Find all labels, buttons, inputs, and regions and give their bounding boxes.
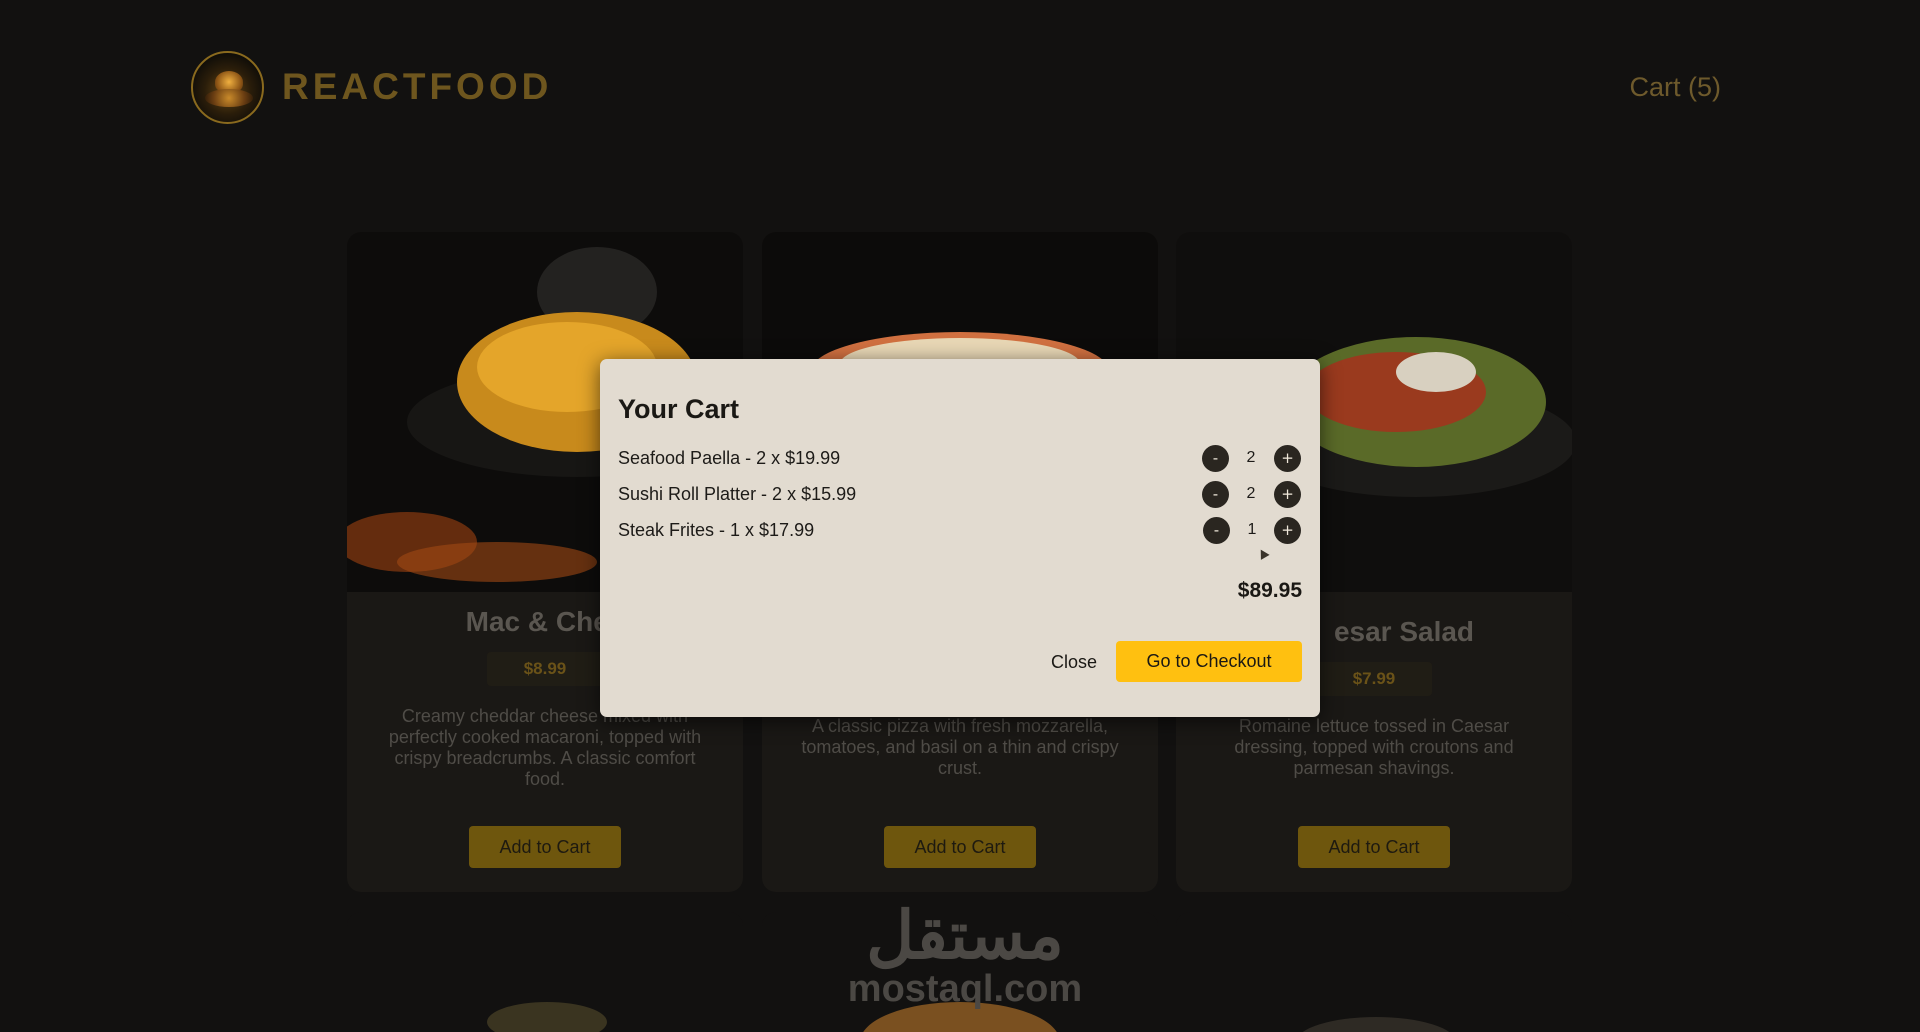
checkout-button[interactable]: Go to Checkout	[1116, 641, 1302, 682]
meal-description: Romaine lettuce tossed in Caesar dressin…	[1234, 716, 1514, 778]
modal-title: Your Cart	[618, 394, 740, 424]
decrease-button[interactable]: -	[1202, 481, 1229, 508]
meal-image	[1176, 912, 1572, 1032]
site-header: REACTFOOD Cart (5)	[0, 0, 1920, 180]
meal-price: $7.99	[1316, 662, 1432, 696]
item-quantity: 2	[1246, 449, 1256, 466]
decrease-button[interactable]: -	[1203, 517, 1230, 544]
watermark-arabic: مستقل	[866, 898, 1064, 972]
menu-card	[1176, 912, 1572, 1032]
increase-button[interactable]: +	[1274, 481, 1301, 508]
cart-item-label: Sushi Roll Platter - 2 x $15.99	[618, 484, 857, 504]
decrease-button[interactable]: -	[1202, 445, 1229, 472]
item-quantity: 1	[1247, 521, 1257, 538]
increase-button[interactable]: +	[1274, 445, 1301, 472]
meal-description: A classic pizza with fresh mozzarella, t…	[801, 716, 1119, 778]
cart-item-label: Seafood Paella - 2 x $19.99	[618, 448, 841, 468]
cart-modal: Your Cart Seafood Paella - 2 x $19.99 - …	[600, 359, 1320, 717]
close-button[interactable]: Close	[1020, 644, 1128, 680]
cart-item: Steak Frites - 1 x $17.99 - 1 +	[618, 515, 1302, 545]
add-to-cart-button[interactable]: Add to Cart	[884, 826, 1036, 868]
cart-item-label: Steak Frites - 1 x $17.99	[618, 520, 815, 540]
cart-item: Sushi Roll Platter - 2 x $15.99 - 2 +	[618, 479, 1302, 509]
add-to-cart-button[interactable]: Add to Cart	[469, 826, 621, 868]
meal-price: $8.99	[487, 652, 603, 686]
watermark: مستقل mostaql.com	[830, 900, 1100, 1008]
add-to-cart-button[interactable]: Add to Cart	[1298, 826, 1450, 868]
cart-button[interactable]: Cart (5)	[1629, 72, 1721, 103]
watermark-latin: mostaql.com	[847, 968, 1083, 1010]
item-quantity: 2	[1246, 485, 1256, 502]
meal-description: Creamy cheddar cheese mixed with perfect…	[388, 706, 702, 789]
logo-icon	[191, 51, 264, 124]
cart-item: Seafood Paella - 2 x $19.99 - 2 +	[618, 443, 1302, 473]
meal-image	[347, 912, 743, 1032]
increase-button[interactable]: +	[1274, 517, 1301, 544]
cart-total: $89.95	[1237, 579, 1302, 602]
brand-title: REACTFOOD	[282, 66, 553, 107]
menu-card	[347, 912, 743, 1032]
